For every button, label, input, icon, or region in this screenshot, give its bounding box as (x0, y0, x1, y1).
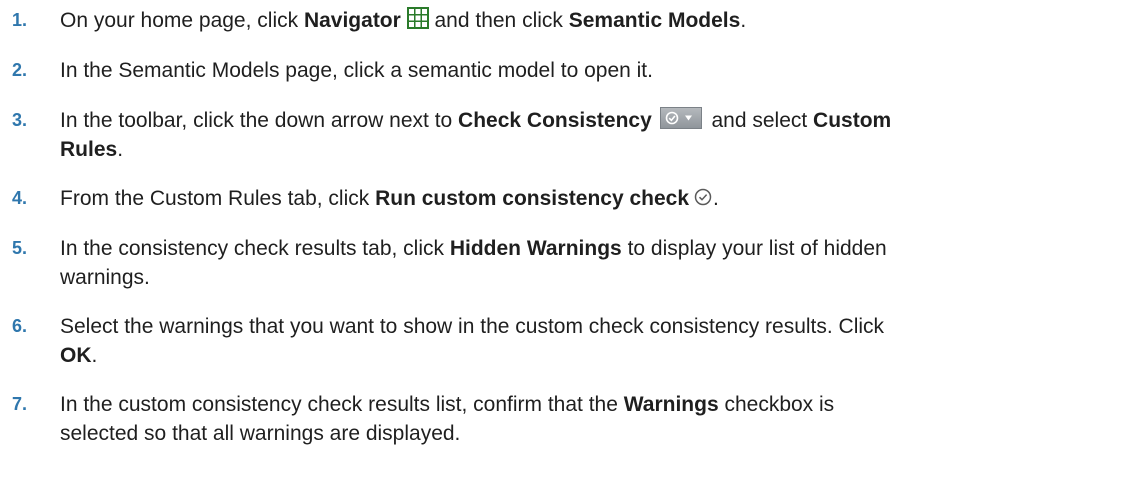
step-text: In the custom consistency check results … (60, 390, 1121, 448)
step-5: 5. In the consistency check results tab,… (12, 234, 1121, 292)
hidden-warnings-term: Hidden Warnings (449, 237, 622, 260)
step-text: In the Semantic Models page, click a sem… (60, 59, 653, 82)
step-number: 4. (12, 188, 28, 208)
step-number: 2. (12, 60, 28, 80)
step-text-part: In the custom consistency check results … (60, 393, 624, 416)
step-6: 6. Select the warnings that you want to … (12, 312, 1121, 370)
semantic-models-term: Semantic Models (568, 9, 741, 32)
rules-term: Rules (60, 138, 118, 161)
warnings-term: Warnings (623, 393, 719, 416)
run-check-icon (694, 188, 712, 206)
step-text-part: From the Custom Rules tab, click (60, 187, 376, 210)
check-consistency-term: Check Consistency (458, 109, 652, 132)
procedure-steps: 1. On your home page, click Navigator an… (0, 0, 1121, 448)
step-number: 7. (12, 394, 28, 414)
check-consistency-dropdown-icon (659, 107, 702, 129)
step-text-part: and then click (428, 9, 569, 32)
step-text-part: Select the warnings that you want to sho… (60, 315, 885, 338)
custom-term: Custom (813, 109, 892, 132)
step-text-part: selected so that all warnings are displa… (60, 422, 461, 445)
step-1: 1. On your home page, click Navigator an… (12, 6, 1121, 35)
step-text-part: In the consistency check results tab, cl… (60, 237, 450, 260)
step-text: In the toolbar, click the down arrow nex… (60, 106, 1121, 164)
step-text-part: On your home page, click (60, 9, 304, 32)
step-text: Select the warnings that you want to sho… (60, 312, 1121, 370)
step-text-part: In the toolbar, click the down arrow nex… (60, 109, 459, 132)
navigator-term: Navigator (303, 9, 401, 32)
step-text-part: warnings. (60, 266, 150, 289)
ok-term: OK (60, 344, 92, 367)
step-text-part: . (117, 138, 124, 161)
step-number: 5. (12, 238, 28, 258)
step-text-part: . (740, 9, 747, 32)
step-text-part: . (91, 344, 98, 367)
navigator-grid-icon (406, 7, 429, 29)
step-4: 4. From the Custom Rules tab, click Run … (12, 184, 1121, 213)
step-number: 1. (12, 10, 28, 30)
step-number: 6. (12, 316, 28, 336)
step-text-part: checkbox is (718, 393, 835, 416)
step-text-part: to display your list of hidden (621, 237, 887, 260)
step-text: From the Custom Rules tab, click Run cus… (60, 184, 1121, 213)
run-check-term: Run custom consistency check (375, 187, 690, 210)
step-3: 3. In the toolbar, click the down arrow … (12, 106, 1121, 164)
step-7: 7. In the custom consistency check resul… (12, 390, 1121, 448)
step-number: 3. (12, 110, 28, 130)
step-2: 2. In the Semantic Models page, click a … (12, 56, 1121, 85)
step-text: On your home page, click Navigator and t… (60, 6, 1121, 35)
step-text-part: and select (705, 109, 814, 132)
step-text: In the consistency check results tab, cl… (60, 234, 1121, 292)
step-text-part: . (713, 187, 719, 210)
